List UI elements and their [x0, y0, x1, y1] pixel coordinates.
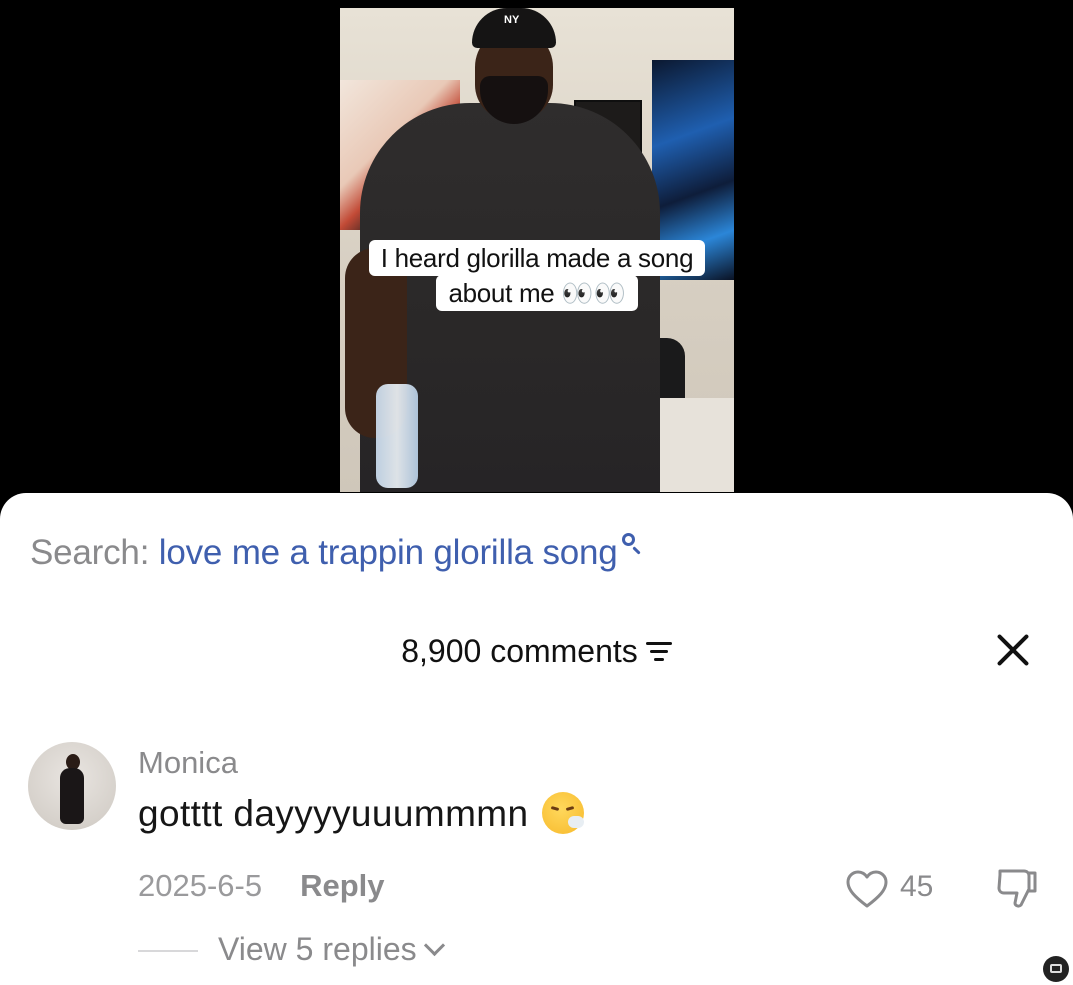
close-icon[interactable]	[994, 631, 1032, 669]
comment-meta: 2025-6-5 Reply	[138, 868, 385, 904]
comments-count: 8,900 comments	[401, 633, 638, 670]
reply-button[interactable]: Reply	[300, 868, 384, 903]
comments-sheet: Search: love me a trappin glorilla song …	[0, 493, 1073, 985]
search-suggestion[interactable]: Search: love me a trappin glorilla song	[30, 533, 642, 573]
search-prefix: Search:	[30, 533, 150, 572]
comment-text: gotttt dayyyyuuummmn	[138, 793, 529, 834]
thumbs-down-icon[interactable]	[994, 865, 1040, 909]
water-bottle	[376, 384, 418, 488]
chevron-down-icon	[423, 934, 445, 957]
view-replies-label: View 5 replies	[218, 931, 417, 967]
caption-toggle-icon[interactable]	[1043, 956, 1069, 982]
avatar[interactable]	[28, 742, 116, 830]
caption-line-2: about me 👀👀	[436, 275, 638, 311]
like-count: 45	[900, 870, 934, 903]
comments-header: 8,900 comments	[0, 631, 1073, 670]
heart-icon[interactable]	[845, 869, 889, 909]
desk	[660, 398, 734, 492]
video-player[interactable]: NY I heard glorilla made a song about me…	[340, 8, 734, 492]
caption-line-1: I heard glorilla made a song	[368, 240, 706, 276]
cap-logo: NY	[504, 14, 520, 26]
search-query-link[interactable]: love me a trappin glorilla song	[159, 533, 618, 572]
comment-body: gotttt dayyyyuuummmn	[138, 792, 585, 837]
comment-date: 2025-6-5	[138, 868, 263, 903]
view-replies-button[interactable]: View 5 replies	[218, 931, 445, 968]
replies-divider	[138, 950, 198, 952]
search-icon[interactable]	[620, 531, 642, 557]
video-caption: I heard glorilla made a song about me 👀👀	[340, 240, 734, 311]
face-exhaling-emoji-icon	[542, 792, 585, 835]
sort-icon[interactable]	[645, 641, 672, 662]
comment-username[interactable]: Monica	[138, 745, 238, 781]
